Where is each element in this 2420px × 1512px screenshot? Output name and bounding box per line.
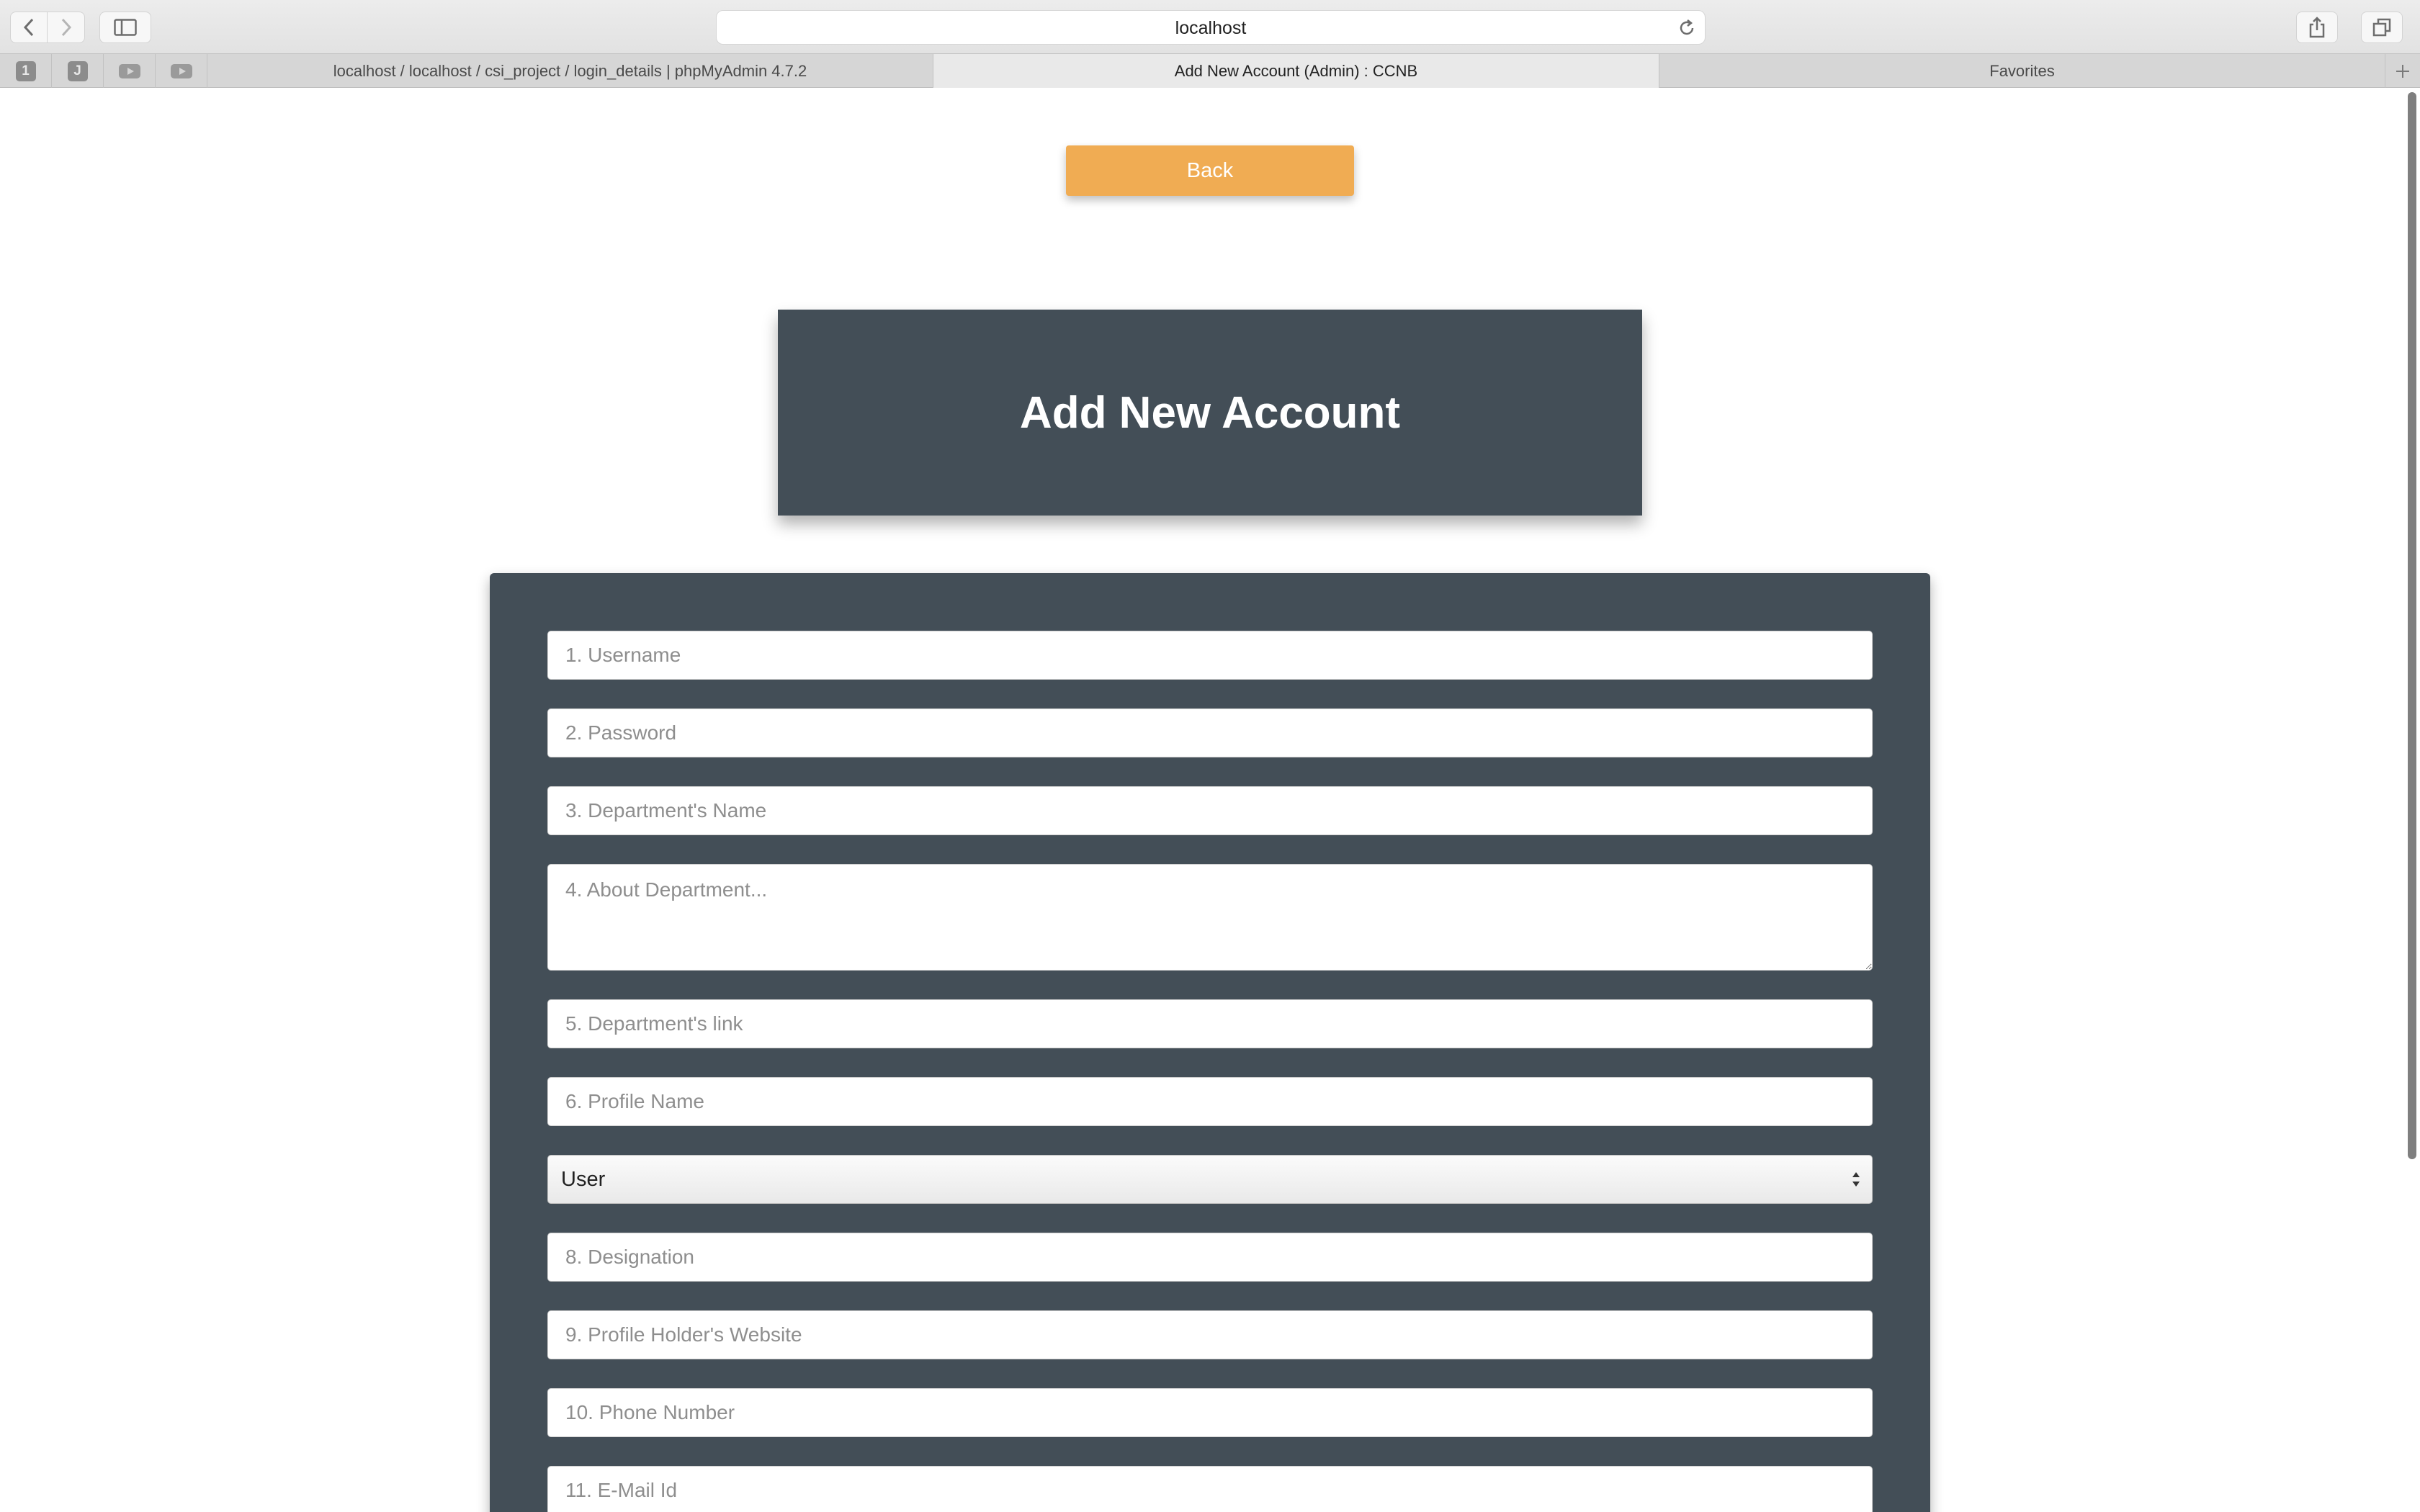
select-arrows-icon — [1852, 1172, 1860, 1187]
sidebar-toggle-button[interactable] — [99, 12, 151, 43]
tab-phpmyadmin[interactable]: localhost / localhost / csi_project / lo… — [207, 54, 933, 88]
tab-add-new-account[interactable]: Add New Account (Admin) : CCNB — [933, 54, 1659, 88]
username-field[interactable] — [547, 631, 1873, 680]
pinned-tab-label: J — [67, 60, 88, 81]
pinned-tab-4[interactable] — [156, 54, 207, 88]
address-bar[interactable]: localhost — [716, 10, 1706, 45]
new-tab-button[interactable] — [2385, 54, 2420, 88]
share-icon — [2309, 17, 2325, 38]
department-name-field[interactable] — [547, 786, 1873, 835]
role-select[interactable]: User — [547, 1155, 1873, 1204]
video-site-icon — [118, 63, 140, 78]
page-header-card: Add New Account — [778, 310, 1642, 516]
pinned-tab-label: 1 — [15, 60, 36, 81]
page-title: Add New Account — [1019, 387, 1401, 438]
share-button[interactable] — [2296, 12, 2338, 43]
about-department-textarea[interactable] — [547, 864, 1873, 971]
show-tabs-button[interactable] — [2361, 12, 2403, 43]
browser-forward-button[interactable] — [48, 12, 85, 43]
chevron-right-icon — [61, 18, 71, 37]
department-link-field[interactable] — [547, 999, 1873, 1048]
pinned-tab-1[interactable]: 1 — [0, 54, 52, 88]
website-field[interactable] — [547, 1310, 1873, 1359]
tabs-overview-icon — [2372, 18, 2391, 37]
add-account-form: User — [490, 573, 1930, 1512]
browser-back-button[interactable] — [10, 12, 48, 43]
plus-icon — [2396, 64, 2409, 78]
password-field[interactable] — [547, 708, 1873, 757]
page-content: Back Add New Account User — [0, 88, 2420, 1512]
phone-number-field[interactable] — [547, 1388, 1873, 1437]
scrollbar-thumb[interactable] — [2408, 92, 2416, 1159]
pinned-tab-2[interactable]: J — [52, 54, 104, 88]
profile-name-field[interactable] — [547, 1077, 1873, 1126]
address-text: localhost — [1175, 18, 1247, 38]
tab-favorites[interactable]: Favorites — [1659, 54, 2385, 88]
pinned-tab-3[interactable] — [104, 54, 156, 88]
tab-bar: 1 J localhost / localhost / csi_project … — [0, 53, 2420, 88]
video-site-icon — [170, 63, 192, 78]
sidebar-icon — [114, 19, 137, 36]
chevron-left-icon — [23, 18, 34, 37]
designation-field[interactable] — [547, 1233, 1873, 1282]
back-button[interactable]: Back — [1066, 145, 1354, 196]
browser-toolbar: localhost — [0, 0, 2420, 53]
reload-icon[interactable] — [1677, 19, 1696, 37]
email-field[interactable] — [547, 1466, 1873, 1512]
page-scrollbar[interactable] — [2404, 88, 2420, 1512]
role-select-value: User — [561, 1168, 606, 1191]
